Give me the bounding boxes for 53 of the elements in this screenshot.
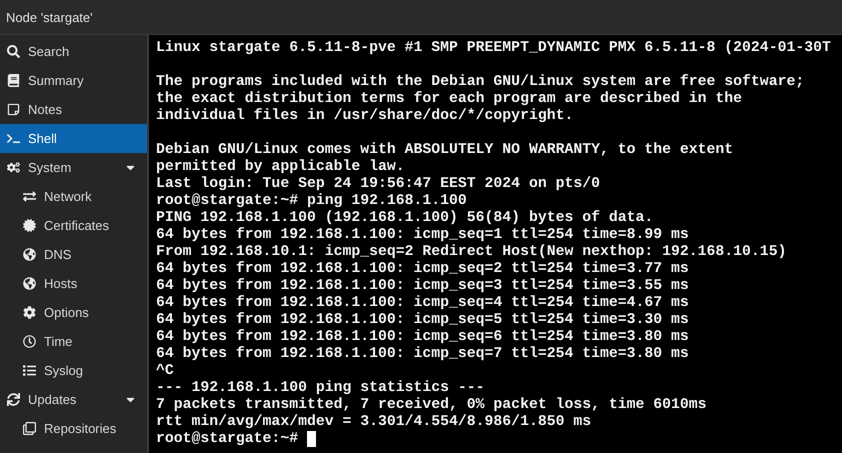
terminal-line: PING 192.168.1.100 (192.168.1.100) 56(84) bytes of data.: [156, 210, 654, 227]
sidebar-item[interactable]: DNS: [0, 240, 147, 269]
seal-icon: [22, 219, 36, 232]
terminal-line: root@stargate:~# ping 192.168.1.100: [156, 193, 468, 210]
sidebar-item[interactable]: Shell: [0, 124, 147, 153]
sidebar-item[interactable]: Summary: [0, 66, 147, 95]
terminal-line: Debian GNU/Linux comes with ABSOLUTELY NO WARRANTY, to the extent: [156, 142, 734, 159]
terminal-line: 64 bytes from 192.168.1.100: icmp_seq=7 ttl=254 time=3.80 ms: [156, 346, 690, 363]
sidebar-item[interactable]: Notes: [0, 95, 147, 124]
terminal-line: 64 bytes from 192.168.1.100: icmp_seq=1 ttl=254 time=8.99 ms: [156, 227, 690, 244]
sidebar-item[interactable]: Certificates: [0, 211, 147, 240]
terminal-line: 64 bytes from 192.168.1.100: icmp_seq=5 ttl=254 time=3.30 ms: [156, 312, 690, 329]
terminal-line: 64 bytes from 192.168.1.100: icmp_seq=3 ttl=254 time=3.55 ms: [156, 278, 690, 295]
sidebar-item[interactable]: Options: [0, 298, 147, 327]
clock-icon: [22, 335, 36, 348]
terminal-prompt: root@stargate:~#: [156, 431, 298, 447]
terminal[interactable]: [149, 35, 842, 453]
terminal-line: 64 bytes from 192.168.1.100: icmp_seq=4 ttl=254 time=4.67 ms: [156, 295, 690, 312]
search-icon: [6, 45, 20, 58]
terminal-line: individual files in /usr/share/doc/*/copyright.: [156, 108, 574, 125]
note-icon: [6, 103, 20, 116]
sidebar-item[interactable]: Updates: [0, 385, 147, 414]
copy-icon: [22, 422, 36, 435]
globe-icon: [22, 277, 36, 290]
terminal-line: From 192.168.10.1: icmp_seq=2 Redirect Host(New nexthop: 192.168.10.15): [156, 244, 788, 261]
terminal-line: rtt min/avg/max/mdev = 3.301/4.554/8.986/1.850 ms: [156, 414, 592, 431]
globe-icon: [22, 248, 36, 261]
terminal-icon: [6, 132, 20, 145]
terminal-line: the exact distribution terms for each program are described in the: [156, 91, 744, 108]
cursor: [307, 431, 316, 447]
terminal-line: ^C: [156, 363, 175, 380]
book-icon: [6, 74, 20, 87]
sidebar-item[interactable]: Syslog: [0, 356, 147, 385]
terminal-line: Last login: Tue Sep 24 19:56:47 EEST 2024 on pts/0: [156, 176, 601, 193]
arrows-icon: [22, 190, 36, 203]
terminal-line: The programs included with the Debian GNU/Linux system are free software;: [156, 74, 806, 91]
sidebar-item[interactable]: Time: [0, 327, 147, 356]
terminal-line: --- 192.168.1.100 ping statistics ---: [156, 380, 486, 397]
sidebar-item[interactable]: Search: [0, 37, 147, 66]
refresh-icon: [6, 393, 20, 406]
settings-icon: [22, 306, 36, 319]
sidebar-item[interactable]: System: [0, 153, 147, 182]
sidebar-item[interactable]: Hosts: [0, 269, 147, 298]
terminal-line: Linux stargate 6.5.11-8-pve #1 SMP PREEMPT_DYNAMIC PMX 6.5.11-8 (2024-01-30T: [156, 40, 832, 57]
window-title: Node 'stargate': [0, 0, 842, 35]
terminal-line: permitted by applicable law.: [156, 159, 406, 176]
terminal-line: 64 bytes from 192.168.1.100: icmp_seq=6 ttl=254 time=3.80 ms: [156, 329, 690, 346]
gears-icon: [6, 161, 20, 174]
terminal-line: 7 packets transmitted, 7 received, 0% packet loss, time 6010ms: [156, 397, 708, 414]
sidebar-item[interactable]: Network: [0, 182, 147, 211]
list-icon: [22, 364, 36, 377]
sidebar-item[interactable]: Repositories: [0, 414, 147, 443]
terminal-line: 64 bytes from 192.168.1.100: icmp_seq=2 ttl=254 time=3.77 ms: [156, 261, 690, 278]
